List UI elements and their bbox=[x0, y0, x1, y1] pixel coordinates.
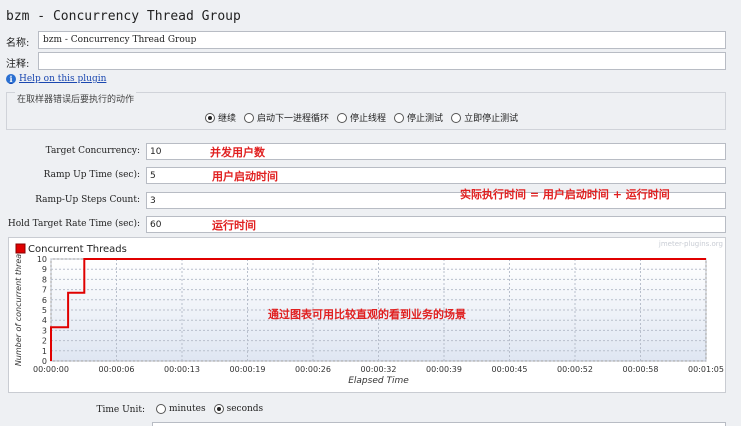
x-tick-label: 00:00:19 bbox=[230, 365, 266, 374]
x-tick-label: 00:00:13 bbox=[164, 365, 200, 374]
radio-icon[interactable] bbox=[156, 404, 166, 414]
radio-selected-icon[interactable] bbox=[213, 404, 224, 414]
name-input[interactable]: bzm - Concurrency Thread Group bbox=[38, 31, 726, 49]
option-label: 停止线程 bbox=[350, 114, 387, 124]
target-concurrency-label: Target Concurrency: bbox=[45, 146, 140, 156]
info-icon: i bbox=[6, 74, 16, 84]
name-label: 名称: bbox=[6, 38, 30, 49]
annotation-concurrency: 并发用户数 bbox=[210, 146, 265, 159]
x-tick-label: 00:01:05 bbox=[688, 365, 724, 374]
radio-icon[interactable] bbox=[244, 112, 255, 123]
x-tick-label: 00:00:26 bbox=[295, 365, 331, 374]
hold-time-label: Hold Target Rate Time (sec): bbox=[7, 219, 140, 229]
sampler-error-panel: 在取样器错误后要执行的动作 继续 启动下一进程循环 停止线程 停止测试 立即停止… bbox=[6, 92, 726, 130]
annotation-chart-note: 通过图表可用比较直观的看到业务的场景 bbox=[268, 308, 466, 321]
y-axis-label: Number of concurrent threa bbox=[14, 254, 23, 366]
radio-icon[interactable] bbox=[394, 112, 405, 123]
x-tick-label: 00:00:39 bbox=[426, 365, 462, 374]
sampler-error-title: 在取样器错误后要执行的动作 bbox=[15, 92, 137, 105]
comment-input[interactable] bbox=[38, 52, 726, 70]
name-row: 名称: bzm - Concurrency Thread Group bbox=[6, 31, 726, 49]
y-tick-label: 1 bbox=[42, 347, 47, 356]
option-continue[interactable]: 继续 bbox=[205, 111, 236, 124]
x-tick-label: 00:00:00 bbox=[33, 365, 69, 374]
time-unit-seconds[interactable]: seconds bbox=[213, 404, 264, 414]
y-tick-label: 3 bbox=[42, 326, 47, 335]
x-tick-label: 00:00:52 bbox=[557, 365, 593, 374]
x-tick-label: 00:00:32 bbox=[361, 365, 397, 374]
ramp-up-steps-label: Ramp-Up Steps Count: bbox=[35, 195, 140, 205]
y-tick-label: 2 bbox=[42, 337, 47, 346]
option-stop-thread[interactable]: 停止线程 bbox=[337, 111, 386, 124]
ramp-up-time-label: Ramp Up Time (sec): bbox=[43, 170, 140, 180]
option-label: 继续 bbox=[218, 114, 237, 124]
option-label: 启动下一进程循环 bbox=[257, 114, 330, 124]
option-stop-test[interactable]: 停止测试 bbox=[394, 111, 443, 124]
radio-icon[interactable] bbox=[451, 112, 462, 123]
option-next-loop[interactable]: 启动下一进程循环 bbox=[244, 111, 329, 124]
y-tick-label: 7 bbox=[42, 286, 47, 295]
legend-label: Concurrent Threads bbox=[28, 244, 127, 255]
option-stop-test-now[interactable]: 立即停止测试 bbox=[451, 111, 518, 124]
sampler-error-options: 继续 启动下一进程循环 停止线程 停止测试 立即停止测试 bbox=[205, 111, 518, 124]
y-tick-label: 10 bbox=[37, 255, 47, 264]
legend-swatch bbox=[15, 243, 26, 254]
annotation-hold: 运行时间 bbox=[212, 219, 256, 232]
radio-selected-icon[interactable] bbox=[205, 112, 215, 123]
time-unit-options: minutes seconds bbox=[156, 404, 263, 414]
annotation-ramp-up: 用户启动时间 bbox=[212, 170, 278, 183]
x-tick-label: 00:00:45 bbox=[492, 365, 528, 374]
y-tick-label: 5 bbox=[42, 306, 47, 315]
x-tick-label: 00:00:06 bbox=[99, 365, 135, 374]
option-label: minutes bbox=[169, 404, 206, 414]
y-tick-label: 4 bbox=[42, 316, 47, 325]
comment-row: 注释: bbox=[6, 52, 726, 70]
x-tick-label: 00:00:58 bbox=[623, 365, 659, 374]
annotation-formula: 实际执行时间 = 用户启动时间 + 运行时间 bbox=[460, 188, 670, 201]
help-link-text[interactable]: Help on this plugin bbox=[19, 74, 106, 84]
option-label: 停止测试 bbox=[407, 114, 444, 124]
chart-watermark: jmeter-plugins.org bbox=[658, 240, 723, 248]
radio-icon[interactable] bbox=[337, 112, 348, 123]
option-label: 立即停止测试 bbox=[464, 114, 519, 124]
time-unit-minutes[interactable]: minutes bbox=[156, 404, 206, 414]
y-tick-label: 6 bbox=[42, 296, 47, 305]
bottom-field[interactable] bbox=[152, 422, 726, 426]
comment-label: 注释: bbox=[6, 59, 30, 70]
y-tick-label: 9 bbox=[42, 265, 47, 274]
window-title: bzm - Concurrency Thread Group bbox=[6, 9, 241, 24]
y-tick-label: 8 bbox=[42, 275, 47, 284]
x-axis-label: Elapsed Time bbox=[348, 376, 409, 386]
time-unit-label: Time Unit: bbox=[96, 405, 145, 415]
help-link[interactable]: i Help on this plugin bbox=[6, 74, 106, 84]
option-label: seconds bbox=[226, 404, 264, 414]
